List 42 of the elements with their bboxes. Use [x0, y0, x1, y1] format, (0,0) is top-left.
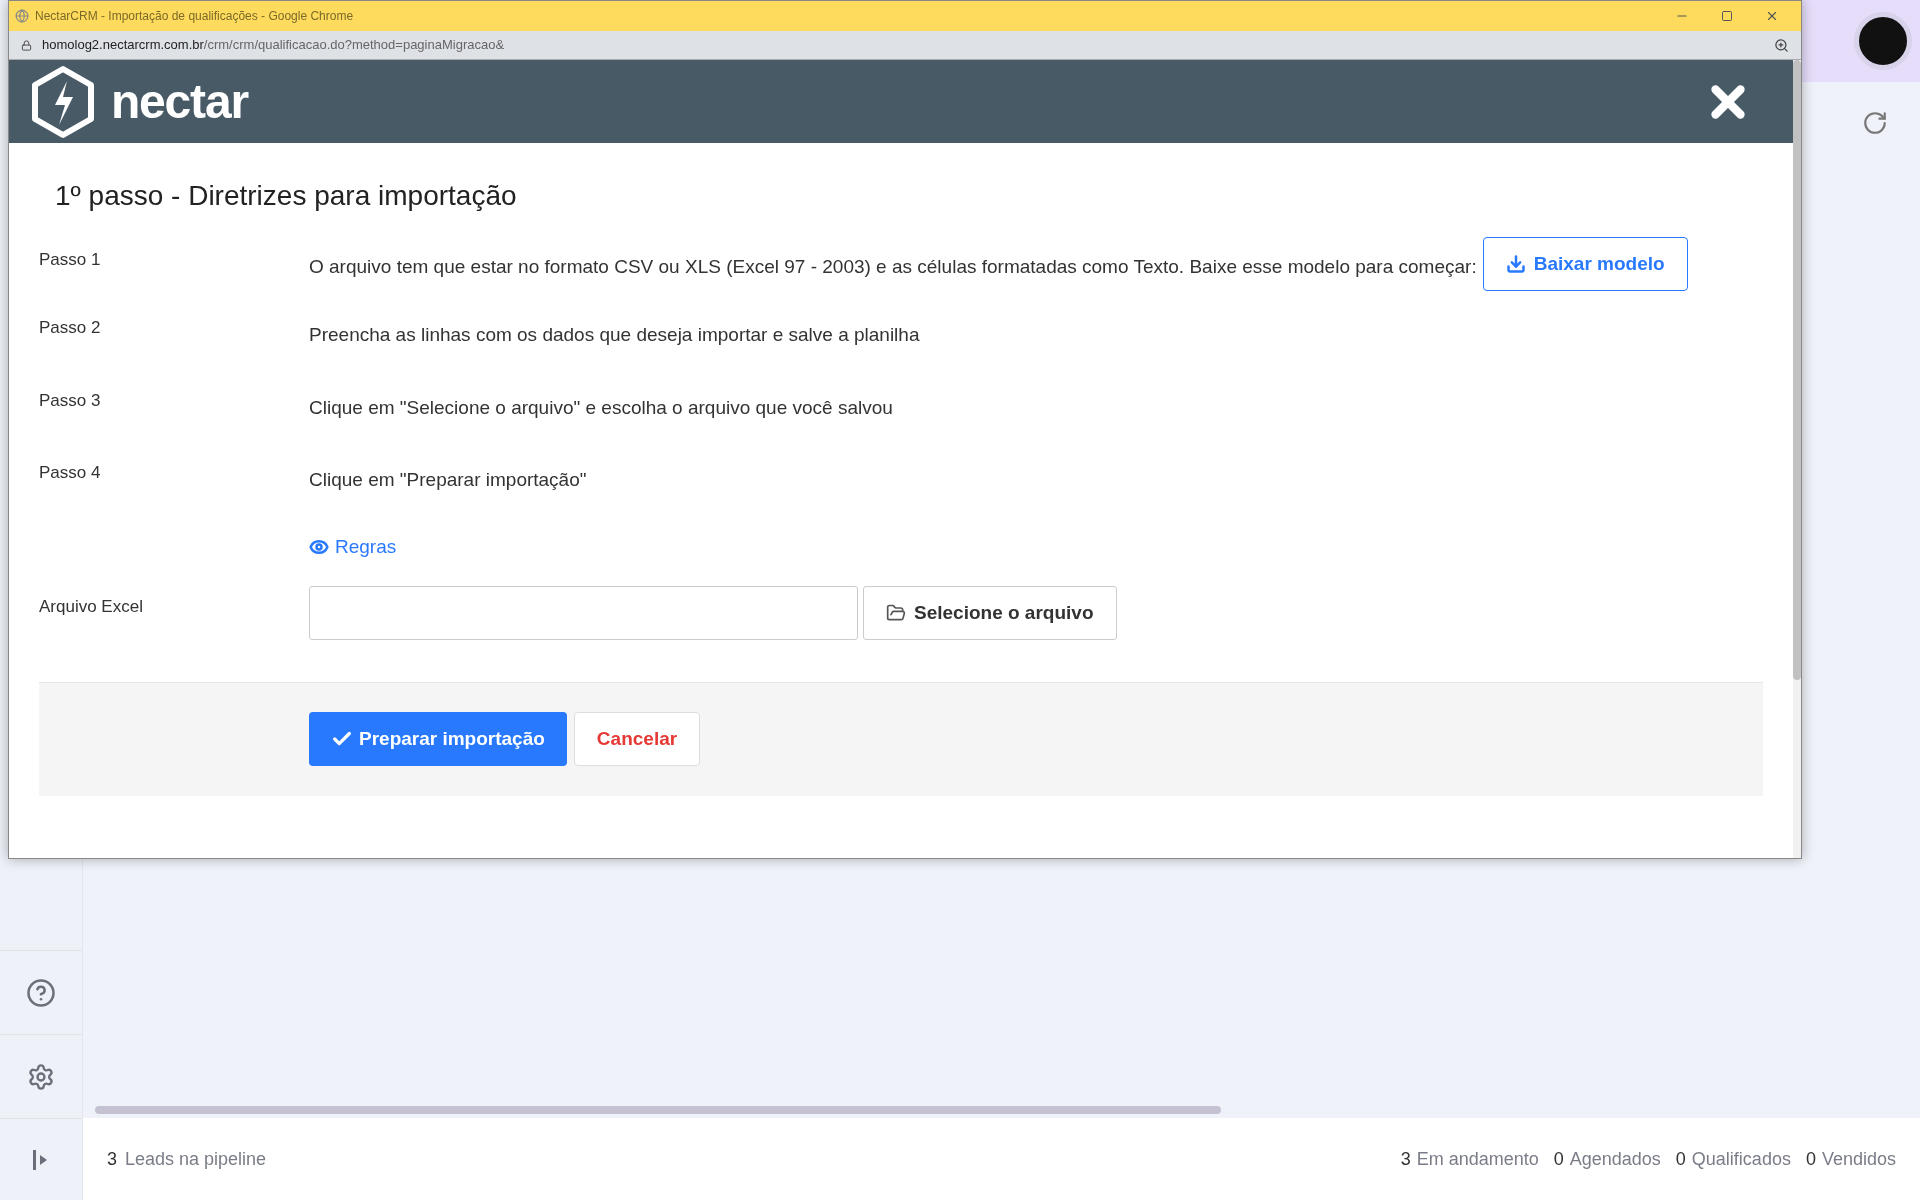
refresh-icon[interactable] — [1862, 110, 1888, 136]
window-title: NectarCRM - Importação de qualificações - Google Chrome — [35, 8, 354, 25]
stat-label: Qualificados — [1691, 1147, 1791, 1171]
download-template-button[interactable]: Baixar modelo — [1482, 237, 1688, 291]
step-label: Passo 1 — [39, 249, 102, 271]
close-window-icon[interactable] — [1765, 9, 1779, 23]
globe-icon — [15, 9, 29, 23]
zoom-icon[interactable] — [1774, 37, 1789, 53]
prepare-import-button[interactable]: Preparar importação — [309, 712, 567, 767]
folder-icon — [886, 602, 906, 623]
stat-label: Em andamento — [1416, 1147, 1539, 1171]
horizontal-scrollbar[interactable] — [95, 1106, 1221, 1114]
step-label: Passo 3 — [39, 389, 102, 412]
download-icon — [1505, 254, 1526, 274]
maximize-icon[interactable] — [1721, 10, 1733, 22]
select-file-button[interactable]: Selecione o arquivo — [863, 585, 1117, 640]
stat-count: 3 — [1400, 1147, 1411, 1171]
cancel-button[interactable]: Cancelar — [573, 712, 701, 767]
step-text: Clique em "Preparar importação" — [309, 468, 587, 492]
step-label: Passo 4 — [39, 462, 102, 484]
modal-heading: 1º passo - Diretrizes para importação — [55, 179, 518, 213]
step-text: Clique em "Selecione o arquivo" e escolha o arquivo que você salvou — [309, 395, 893, 420]
leads-label: Leads na pipeline — [125, 1147, 267, 1171]
settings-icon[interactable] — [27, 1062, 55, 1091]
lock-icon — [21, 39, 32, 51]
file-field-label: Arquivo Excel — [39, 595, 144, 618]
step-text: Preencha as linhas com os dados que deseja importar e salve a planilha — [309, 323, 920, 347]
rules-link[interactable]: Regras — [309, 532, 397, 561]
logo-text: nectar — [111, 73, 248, 130]
leads-count: 3 — [107, 1147, 117, 1171]
step-text: O arquivo tem que estar no formato CSV ou XLS (Excel 97 - 2003) e as células formatadas como Texto. Baixe esse modelo para começar: — [309, 254, 1477, 279]
stat-count: 0 — [1805, 1147, 1816, 1171]
url-text: homolog2.nectarcrm.com.br/crm/crm/qualificacao.do?method=paginaMigracao& — [42, 36, 505, 55]
stat-count: 0 — [1553, 1147, 1564, 1171]
stat-label: Vendidos — [1821, 1147, 1896, 1171]
address-bar[interactable]: homolog2.nectarcrm.com.br/crm/crm/qualificacao.do?method=paginaMigracao& — [9, 31, 1801, 60]
file-input-field[interactable] — [309, 585, 858, 640]
vertical-scrollbar[interactable] — [1793, 60, 1801, 858]
help-icon[interactable] — [26, 977, 56, 1008]
stat-label: Agendados — [1569, 1147, 1661, 1171]
step-label: Passo 2 — [39, 317, 102, 339]
stat-count: 0 — [1675, 1147, 1686, 1171]
